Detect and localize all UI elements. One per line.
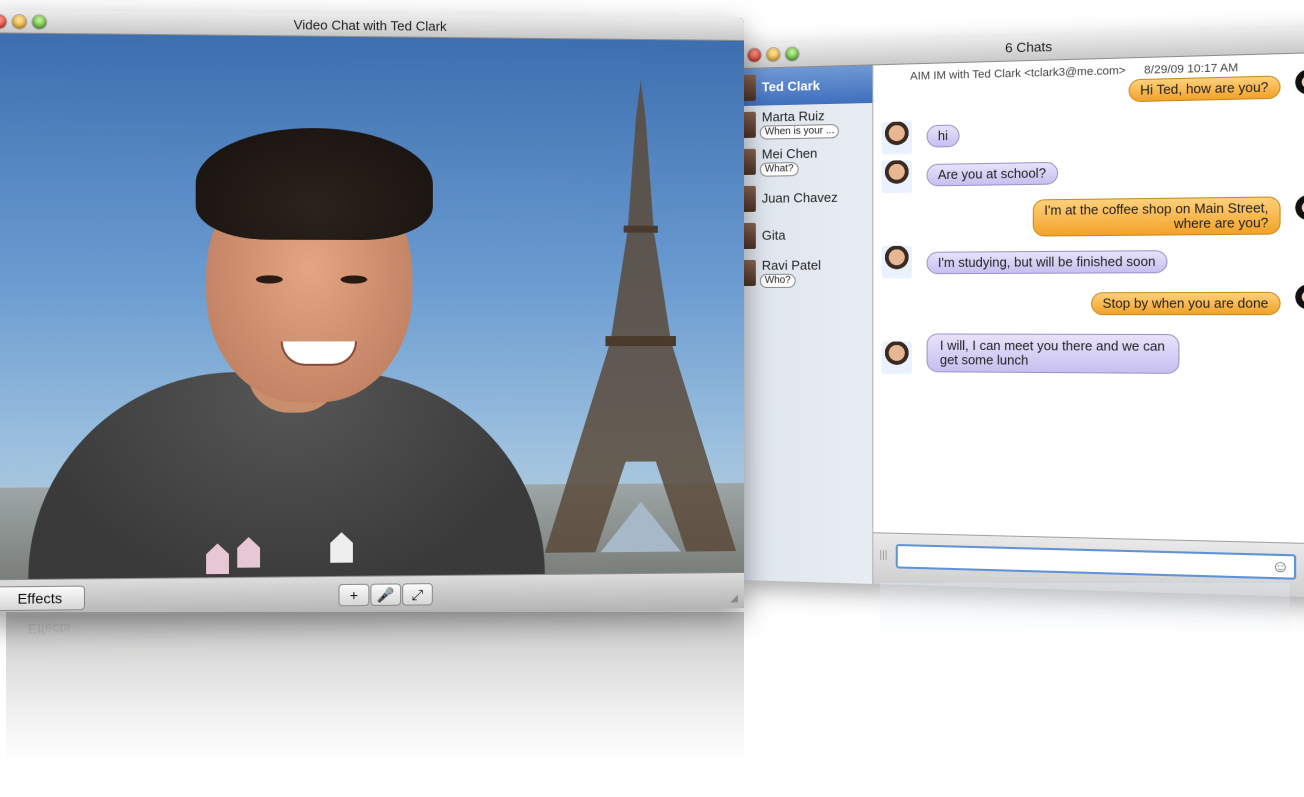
message-incoming: Are you at school? bbox=[926, 161, 1058, 187]
avatar bbox=[881, 160, 913, 194]
buddy-list: Ted Clark Marta Ruiz When is your ... Me… bbox=[742, 65, 874, 584]
effects-button[interactable]: Effects bbox=[0, 585, 86, 612]
avatar bbox=[881, 121, 913, 155]
eiffel-tower-image bbox=[544, 79, 737, 553]
chat-account: AIM IM with Ted Clark <tclark3@me.com> bbox=[910, 64, 1126, 83]
resize-grip-icon[interactable]: ◢ bbox=[730, 593, 738, 604]
chat-transcript[interactable]: AIM IM with Ted Clark <tclark3@me.com> 8… bbox=[873, 52, 1304, 545]
eye bbox=[340, 275, 368, 284]
buddy-preview: When is your ... bbox=[759, 123, 840, 140]
buddy-item-ravi-patel[interactable]: Ravi Patel Who? bbox=[742, 253, 872, 291]
fullscreen-icon[interactable]: ⤢ bbox=[402, 583, 433, 606]
video-toolbar: Effects + 🎤 ⤢ ◢ bbox=[0, 572, 745, 617]
effects-reflection: Effects bbox=[28, 621, 71, 637]
eye bbox=[255, 275, 283, 284]
avatar bbox=[742, 74, 756, 101]
buddy-item-gita[interactable]: Gita bbox=[742, 216, 872, 254]
buddy-item-juan-chavez[interactable]: Juan Chavez bbox=[742, 178, 872, 217]
video-chat-window: Video Chat with Ted Clark Effects + 🎤 ⤢ … bbox=[0, 9, 745, 617]
avatar bbox=[881, 341, 913, 375]
message-outgoing: Stop by when you are done bbox=[1090, 291, 1281, 316]
plus-icon[interactable]: + bbox=[338, 583, 370, 607]
buddy-name: Juan Chavez bbox=[761, 189, 838, 206]
avatar bbox=[742, 185, 756, 212]
avatar bbox=[742, 111, 756, 138]
person-hair bbox=[195, 127, 433, 241]
buddy-name: Ted Clark bbox=[761, 77, 820, 95]
message-incoming: I will, I can meet you there and we can … bbox=[926, 333, 1180, 374]
avatar bbox=[742, 259, 756, 286]
mute-microphone-icon[interactable]: 🎤 bbox=[370, 583, 402, 607]
buddy-preview: What? bbox=[759, 162, 799, 177]
avatar bbox=[742, 222, 756, 249]
buddy-name: Mei Chen bbox=[761, 145, 818, 162]
message-outgoing: I'm at the coffee shop on Main Street, w… bbox=[1032, 196, 1281, 237]
video-feed bbox=[0, 33, 745, 581]
avatar bbox=[742, 148, 756, 175]
chat-timestamp: 8/29/09 10:17 AM bbox=[1144, 61, 1239, 77]
reflection-surface: Effects bbox=[6, 612, 744, 797]
buddy-name: Marta Ruiz bbox=[761, 108, 825, 125]
buddy-preview: Who? bbox=[759, 273, 796, 288]
message-incoming: I'm studying, but will be finished soon bbox=[926, 250, 1168, 275]
chat-window-reflection bbox=[880, 582, 1290, 643]
video-window-title: Video Chat with Ted Clark bbox=[293, 17, 447, 34]
smiley-icon[interactable]: ☺ bbox=[1271, 558, 1289, 578]
drag-handle-icon[interactable]: ||| bbox=[879, 550, 887, 561]
avatar bbox=[881, 245, 913, 279]
avatar bbox=[1291, 67, 1304, 103]
avatar bbox=[1291, 283, 1304, 318]
buddy-name: Ravi Patel bbox=[761, 257, 821, 273]
avatar bbox=[1291, 193, 1304, 229]
video-window-reflection: Effects bbox=[6, 612, 744, 797]
message-input[interactable] bbox=[895, 543, 1297, 580]
message-outgoing: Hi Ted, how are you? bbox=[1128, 75, 1281, 103]
buddy-item-mei-chen[interactable]: Mei Chen What? bbox=[742, 141, 872, 180]
buddy-item-marta-ruiz[interactable]: Marta Ruiz When is your ... bbox=[742, 103, 872, 143]
buddy-item-ted-clark[interactable]: Ted Clark bbox=[742, 65, 873, 106]
chat-window: 6 Chats Ted Clark Marta Ruiz When is you… bbox=[742, 26, 1304, 598]
message-incoming: hi bbox=[926, 124, 960, 148]
buddy-name: Gita bbox=[761, 227, 786, 243]
